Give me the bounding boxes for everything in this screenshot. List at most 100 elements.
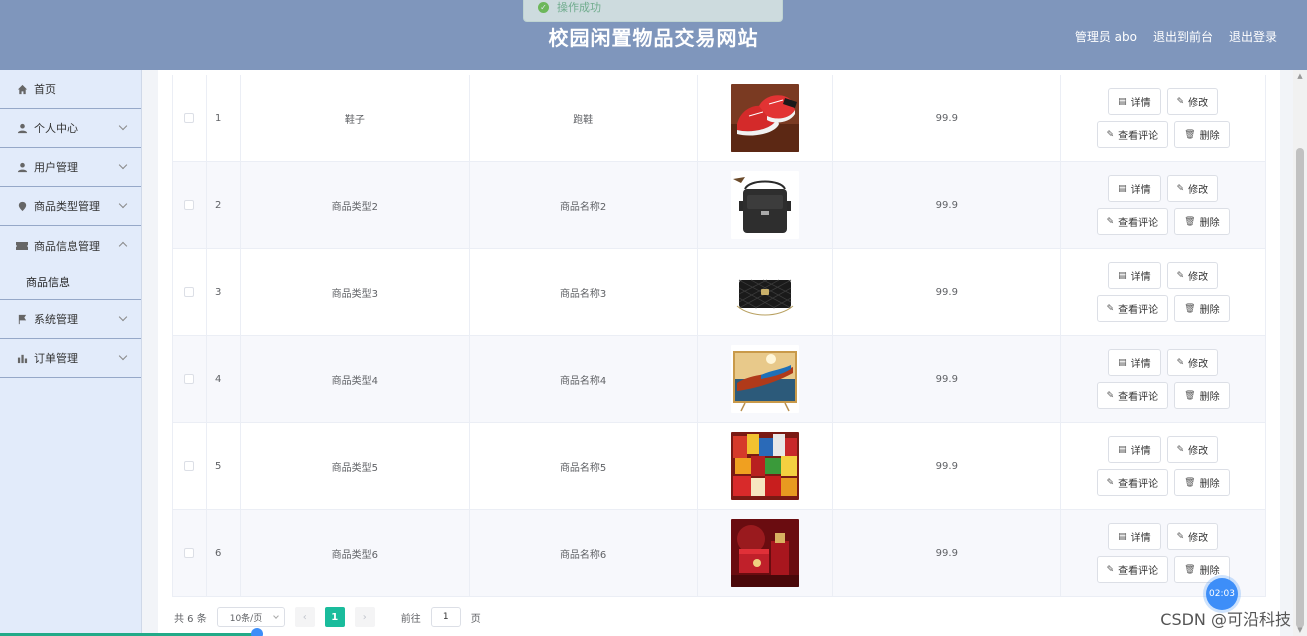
edit-button[interactable]: ✎ 修改	[1166, 523, 1219, 550]
delete-button[interactable]: 🗑 删除	[1174, 295, 1230, 322]
table-row: 4 商品类型4 商品名称4 99.9 ▤ 详情 ✎ 修改 ✎ 查看评论 🗑 删除	[173, 336, 1265, 423]
pencil-icon: ✎	[1176, 183, 1185, 194]
sidebar-item-order-management[interactable]: 订单管理	[0, 339, 141, 378]
view-comments-button[interactable]: ✎ 查看评论	[1096, 121, 1169, 148]
page-number-current[interactable]: 1	[324, 607, 345, 627]
main-content: 1 鞋子 跑鞋 99.9 ▤ 详情 ✎ 修改 ✎ 查看评论 🗑 删除 2 商品类…	[158, 70, 1280, 636]
row-checkbox[interactable]	[184, 113, 195, 123]
back-to-front-link[interactable]: 退出到前台	[1153, 28, 1213, 45]
detail-button[interactable]: ▤ 详情	[1108, 175, 1161, 202]
row-actions: ▤ 详情 ✎ 修改 ✎ 查看评论 🗑 删除	[1061, 336, 1265, 422]
delete-button[interactable]: 🗑 删除	[1174, 382, 1230, 409]
progress-handle[interactable]	[251, 628, 263, 636]
pencil-icon: ✎	[1176, 270, 1185, 281]
table-row: 1 鞋子 跑鞋 99.9 ▤ 详情 ✎ 修改 ✎ 查看评论 🗑 删除	[173, 75, 1265, 162]
sidebar-item-home[interactable]: 首页	[0, 70, 141, 109]
edit-button[interactable]: ✎ 修改	[1166, 349, 1219, 376]
price-cell: 99.9	[833, 510, 1062, 596]
sidebar-item-label: 用户管理	[34, 161, 78, 174]
sidebar-item-label: 商品信息管理	[34, 239, 100, 253]
toast-text: 操作成功	[557, 1, 601, 14]
pencil-icon: ✎	[1106, 216, 1115, 227]
sidebar-item-label: 系统管理	[34, 313, 78, 326]
vertical-scrollbar[interactable]: ▲ ▼	[1293, 70, 1307, 636]
delete-button[interactable]: 🗑 删除	[1174, 469, 1230, 496]
sidebar-item-category-management[interactable]: 商品类型管理	[0, 187, 141, 226]
view-comments-button[interactable]: ✎ 查看评论	[1096, 556, 1169, 583]
row-index: 1	[207, 75, 241, 161]
price-cell: 99.9	[833, 249, 1062, 335]
product-image[interactable]	[730, 432, 799, 500]
goto-page-input[interactable]: 1	[430, 607, 461, 627]
user-icon	[16, 161, 28, 173]
edit-button[interactable]: ✎ 修改	[1166, 436, 1219, 463]
product-image[interactable]	[730, 519, 799, 587]
view-comments-button[interactable]: ✎ 查看评论	[1096, 469, 1169, 496]
detail-button[interactable]: ▤ 详情	[1108, 436, 1161, 463]
product-image[interactable]	[730, 84, 799, 152]
page-size-select[interactable]: 10条/页	[216, 607, 285, 627]
edit-button[interactable]: ✎ 修改	[1166, 262, 1219, 289]
product-image[interactable]	[730, 258, 799, 326]
detail-button[interactable]: ▤ 详情	[1108, 349, 1161, 376]
detail-button[interactable]: ▤ 详情	[1108, 523, 1161, 550]
edit-button[interactable]: ✎ 修改	[1166, 175, 1219, 202]
trash-icon: 🗑	[1184, 216, 1196, 227]
row-checkbox[interactable]	[184, 461, 195, 471]
logout-link[interactable]: 退出登录	[1229, 28, 1277, 45]
pencil-icon: ✎	[1176, 444, 1185, 455]
row-actions: ▤ 详情 ✎ 修改 ✎ 查看评论 🗑 删除	[1061, 249, 1265, 335]
row-index: 5	[207, 423, 241, 509]
scroll-thumb[interactable]	[1296, 148, 1304, 628]
chevron-down-icon	[118, 351, 128, 361]
product-name-cell: 商品名称6	[470, 510, 698, 596]
sidebar-item-product-management[interactable]: 商品信息管理	[0, 226, 141, 265]
pencil-icon: ✎	[1176, 531, 1185, 542]
document-icon: ▤	[1118, 183, 1127, 194]
product-name-cell: 跑鞋	[470, 75, 698, 161]
user-icon	[16, 122, 28, 134]
row-checkbox[interactable]	[184, 548, 195, 558]
view-comments-button[interactable]: ✎ 查看评论	[1096, 382, 1169, 409]
product-table: 1 鞋子 跑鞋 99.9 ▤ 详情 ✎ 修改 ✎ 查看评论 🗑 删除 2 商品类…	[172, 75, 1266, 597]
scroll-up-icon[interactable]: ▲	[1293, 70, 1307, 82]
sidebar-item-personal-center[interactable]: 个人中心	[0, 109, 141, 148]
sidebar-menu: 首页 个人中心 用户管理 商品类型管理 商品信息管理 商品信息 系统管理 订单管…	[0, 70, 142, 636]
pagination: 共 6 条 10条/页 ‹ 1 › 前往 1 页	[174, 606, 481, 628]
row-index: 2	[207, 162, 241, 248]
total-count: 共 6 条	[174, 613, 207, 625]
product-type-cell: 鞋子	[241, 75, 470, 161]
row-checkbox[interactable]	[184, 287, 195, 297]
row-actions: ▤ 详情 ✎ 修改 ✎ 查看评论 🗑 删除	[1061, 162, 1265, 248]
sidebar-subitem-label: 商品信息	[26, 276, 70, 289]
delete-button[interactable]: 🗑 删除	[1174, 121, 1230, 148]
table-row: 2 商品类型2 商品名称2 99.9 ▤ 详情 ✎ 修改 ✎ 查看评论 🗑 删除	[173, 162, 1265, 249]
view-comments-button[interactable]: ✎ 查看评论	[1096, 208, 1169, 235]
product-name-cell: 商品名称2	[470, 162, 698, 248]
delete-button[interactable]: 🗑 删除	[1174, 208, 1230, 235]
table-row: 5 商品类型5 商品名称5 99.9 ▤ 详情 ✎ 修改 ✎ 查看评论 🗑 删除	[173, 423, 1265, 510]
scroll-down-icon[interactable]: ▼	[1293, 624, 1307, 636]
bar-chart-icon	[16, 352, 28, 364]
chevron-down-icon	[118, 312, 128, 322]
view-comments-button[interactable]: ✎ 查看评论	[1096, 295, 1169, 322]
row-checkbox[interactable]	[184, 200, 195, 210]
product-image[interactable]	[730, 171, 799, 239]
prev-page-button[interactable]: ‹	[294, 607, 315, 627]
product-image[interactable]	[730, 345, 799, 413]
row-checkbox[interactable]	[184, 374, 195, 384]
chevron-down-icon	[118, 160, 128, 170]
location-icon	[16, 200, 28, 212]
detail-button[interactable]: ▤ 详情	[1108, 88, 1161, 115]
header-user-area: 管理员 abo 退出到前台 退出登录	[1075, 28, 1277, 45]
sidebar-subitem-product-info[interactable]: 商品信息	[0, 265, 141, 300]
row-index: 6	[207, 510, 241, 596]
sidebar-item-system-management[interactable]: 系统管理	[0, 300, 141, 339]
next-page-button[interactable]: ›	[354, 607, 375, 627]
detail-button[interactable]: ▤ 详情	[1108, 262, 1161, 289]
pencil-icon: ✎	[1106, 477, 1115, 488]
trash-icon: 🗑	[1184, 129, 1196, 140]
edit-button[interactable]: ✎ 修改	[1166, 88, 1219, 115]
sidebar-item-user-management[interactable]: 用户管理	[0, 148, 141, 187]
goto-label: 前往	[400, 613, 421, 625]
